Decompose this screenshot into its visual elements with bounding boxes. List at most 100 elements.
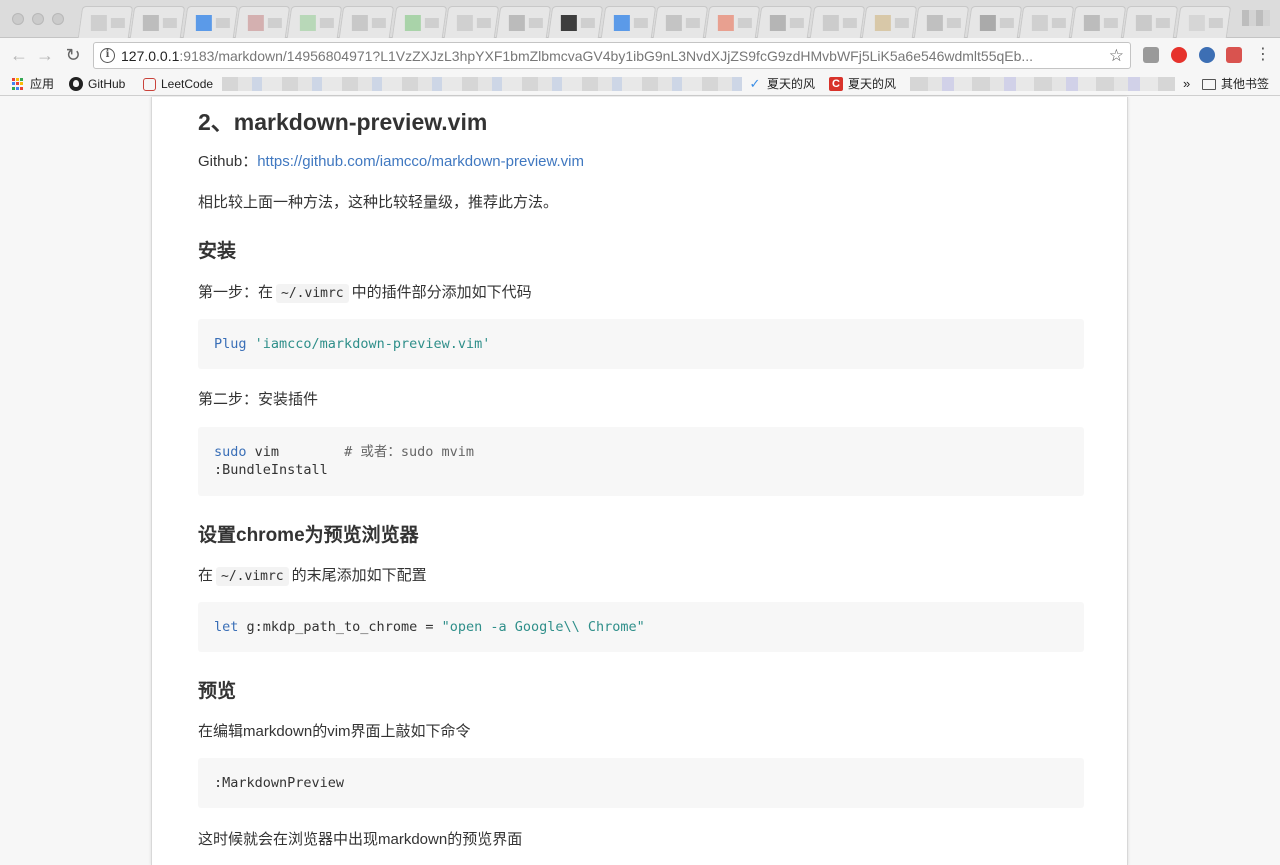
tab-favicon-icon	[927, 15, 944, 31]
apps-grid-icon	[12, 78, 24, 90]
folder-icon	[1202, 78, 1216, 90]
browser-tab[interactable]	[966, 6, 1023, 38]
browser-tab[interactable]	[861, 6, 918, 38]
tab-title-blurred	[267, 18, 282, 28]
bookmark-label: 其他书签	[1221, 77, 1270, 91]
chrome-heading: 设置chrome为预览浏览器	[198, 525, 419, 546]
bookmark-label: 夏天的风	[767, 77, 816, 91]
bookmark-star-icon[interactable]: ☆	[1109, 46, 1124, 66]
bookmark-apps[interactable]: 应用	[12, 76, 54, 92]
bookmark-label: LeetCode	[161, 77, 214, 91]
tab-favicon-icon	[352, 15, 369, 31]
tab-favicon-icon	[299, 15, 316, 31]
blurred-bookmarks	[222, 77, 742, 91]
code-block-chrome: let g:mkdp_path_to_chrome = "open -a Goo…	[198, 602, 1084, 652]
browser-tab[interactable]	[77, 6, 134, 38]
profile-button[interactable]	[1242, 10, 1270, 26]
tab-favicon-icon	[456, 15, 473, 31]
tab-favicon-icon	[508, 15, 525, 31]
code-keyword: Plug	[214, 336, 247, 352]
bookmark-extension-icon[interactable]	[1226, 47, 1242, 63]
tab-favicon-icon	[561, 15, 578, 31]
browser-tab[interactable]	[286, 6, 343, 38]
tabs-row	[77, 6, 1232, 38]
bookmark-label: 应用	[30, 77, 55, 91]
bird-icon: ✓	[749, 76, 761, 91]
address-bar[interactable]: i 127.0.0.1:9183/markdown/14956804971?L1…	[93, 42, 1131, 69]
step2-paragraph: 第二步：安装插件	[198, 391, 319, 408]
browser-tab[interactable]	[1175, 6, 1232, 38]
markdown-preview-page: 2、markdown-preview.vim Github：https://gi…	[151, 97, 1128, 865]
chrome-prefix: 在	[198, 567, 214, 584]
browser-tab[interactable]	[130, 6, 186, 38]
info-icon[interactable]: i	[100, 48, 115, 63]
browser-tab[interactable]	[234, 6, 291, 38]
browser-tab[interactable]	[914, 6, 970, 38]
bookmark-other[interactable]: 其他书签	[1202, 76, 1269, 92]
github-link[interactable]: https://github.com/iamcco/markdown-previ…	[257, 153, 584, 170]
browser-tab[interactable]	[548, 6, 604, 38]
bookmark-xiatiandefeng-1[interactable]: ✓ 夏天的风	[748, 76, 815, 92]
tab-title-blurred	[894, 18, 909, 28]
zoom-window-button[interactable]	[52, 13, 64, 25]
inline-code: ~/.vimrc	[276, 284, 349, 303]
code-block-install: sudo vim # 或者：sudo mvim:BundleInstall	[198, 427, 1084, 496]
tab-title-blurred	[790, 18, 805, 28]
tab-title-blurred	[476, 18, 491, 28]
inline-code: ~/.vimrc	[216, 567, 289, 586]
browser-tab[interactable]	[339, 6, 395, 38]
browser-tab[interactable]	[443, 6, 500, 38]
tab-title-blurred	[947, 18, 962, 28]
play-extension-icon[interactable]	[1199, 47, 1215, 63]
browser-tab[interactable]	[652, 6, 709, 38]
tab-title-blurred	[999, 18, 1014, 28]
tab-title-blurred	[528, 18, 543, 28]
tab-favicon-icon	[90, 15, 107, 31]
browser-tab[interactable]	[391, 6, 448, 38]
code-comment: # 或者：sudo mvim	[344, 444, 474, 460]
github-label: Github：	[198, 153, 258, 170]
preview-paragraph: 在编辑markdown的vim界面上敲如下命令	[198, 723, 471, 740]
bookmark-label: GitHub	[88, 77, 126, 91]
url-text[interactable]: 127.0.0.1:9183/markdown/14956804971?L1Vz…	[121, 48, 1106, 64]
bookmark-xiatiandefeng-2[interactable]: C 夏天的风	[829, 76, 896, 92]
csdn-icon: C	[829, 77, 843, 91]
tab-favicon-icon	[1136, 15, 1153, 31]
bookmark-github[interactable]: GitHub	[69, 76, 125, 92]
browser-tab[interactable]	[1123, 6, 1179, 38]
browser-tab[interactable]	[182, 6, 239, 38]
menu-icon[interactable]: ⋮	[1252, 44, 1274, 66]
tab-title-blurred	[319, 18, 334, 28]
code-text: vim	[246, 444, 280, 460]
tab-favicon-icon	[613, 15, 630, 31]
forward-button[interactable]: →	[34, 44, 56, 66]
browser-tab[interactable]	[1018, 6, 1075, 38]
reload-button[interactable]: ↻	[62, 44, 84, 66]
tab-favicon-icon	[1083, 15, 1100, 31]
browser-tab[interactable]	[704, 6, 761, 38]
browser-tab[interactable]	[809, 6, 866, 38]
bookmark-leetcode[interactable]: LeetCode	[143, 76, 219, 92]
github-line: Github：https://github.com/iamcco/markdow…	[198, 150, 584, 171]
code-keyword: let	[214, 619, 239, 635]
tab-favicon-icon	[822, 15, 839, 31]
chrome-paragraph: 在 ~/.vimrc 的末尾添加如下配置	[198, 564, 427, 586]
bookmarks-bar: 应用 GitHub LeetCode ✓ 夏天的风 C 夏天的风 » 其他书签	[0, 72, 1280, 96]
browser-tab[interactable]	[495, 6, 552, 38]
back-button[interactable]: ←	[8, 44, 30, 66]
code-string: 'iamcco/markdown-preview.vim'	[254, 336, 491, 352]
tab-favicon-icon	[665, 15, 682, 31]
browser-tab[interactable]	[757, 6, 813, 38]
gmail-extension-icon[interactable]	[1143, 47, 1159, 63]
opera-extension-icon[interactable]	[1171, 47, 1187, 63]
browser-tab[interactable]	[1070, 6, 1127, 38]
tab-title-blurred	[163, 18, 178, 28]
tab-title-blurred	[738, 18, 753, 28]
close-window-button[interactable]	[12, 13, 24, 25]
leetcode-icon	[143, 77, 156, 91]
bookmarks-overflow-button[interactable]: »	[1183, 76, 1190, 92]
code-keyword: sudo	[214, 444, 247, 460]
browser-tab[interactable]	[600, 6, 657, 38]
code-string: "open -a Google\\ Chrome"	[441, 619, 645, 635]
minimize-window-button[interactable]	[32, 13, 44, 25]
